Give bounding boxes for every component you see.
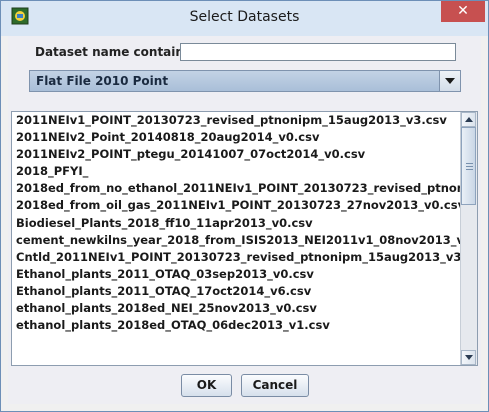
list-item[interactable]: 2011NEIv2_Point_20140818_20aug2014_v0.cs…: [12, 129, 461, 146]
window-title: Select Datasets: [189, 9, 300, 25]
grip-line: [466, 163, 473, 164]
list-item[interactable]: ethanol_plants_2018ed_OTAQ_06dec2013_v1.…: [12, 317, 461, 334]
list-item[interactable]: 2018ed_from_no_ethanol_2011NEIv1_POINT_2…: [12, 180, 461, 197]
filter-label: Dataset name contains:: [35, 45, 196, 59]
vertical-scrollbar[interactable]: [460, 112, 477, 365]
dialog-content: Dataset name contains: Flat File 2010 Po…: [8, 36, 481, 404]
grip-line: [466, 166, 473, 167]
list-item[interactable]: cement_newkilns_year_2018_from_ISIS2013_…: [12, 232, 461, 249]
list-item[interactable]: 2018_PFYI_: [12, 163, 461, 180]
list-item[interactable]: 2018ed_from_oil_gas_2011NEIv1_POINT_2013…: [12, 197, 461, 214]
dropdown-arrow-button[interactable]: [439, 71, 460, 91]
list-item[interactable]: Cntld_2011NEIv1_POINT_20130723_revised_p…: [12, 249, 461, 266]
close-button[interactable]: ✕: [441, 1, 485, 22]
list-item[interactable]: 2011NEIv1_POINT_20130723_revised_ptnonip…: [12, 112, 461, 129]
list-item[interactable]: ethanol_plants_2018ed_NEI_25nov2013_v0.c…: [12, 300, 461, 317]
dataset-type-select[interactable]: Flat File 2010 Point: [29, 70, 461, 92]
list-item[interactable]: Ethanol_plants_2011_OTAQ_17oct2014_v6.cs…: [12, 283, 461, 300]
title-bar[interactable]: Select Datasets ✕: [1, 1, 488, 36]
arrow-down-icon: [465, 355, 473, 360]
dataset-name-filter-input[interactable]: [180, 43, 456, 61]
select-datasets-dialog: Select Datasets ✕ Dataset name contains:…: [0, 0, 489, 412]
list-item[interactable]: Biodiesel_Plants_2018_ff10_11apr2013_v0.…: [12, 215, 461, 232]
list-item[interactable]: 2011NEIv2_POINT_ptegu_20141007_07oct2014…: [12, 146, 461, 163]
scroll-up-button[interactable]: [461, 112, 476, 127]
dataset-list[interactable]: 2011NEIv1_POINT_20130723_revised_ptnonip…: [12, 112, 461, 365]
grip-line: [466, 169, 473, 170]
dataset-type-selected: Flat File 2010 Point: [36, 74, 169, 88]
dataset-list-panel: 2011NEIv1_POINT_20130723_revised_ptnonip…: [11, 111, 478, 366]
ok-button[interactable]: OK: [181, 374, 232, 397]
scroll-thumb[interactable]: [461, 127, 476, 205]
chevron-down-icon: [445, 78, 455, 84]
scroll-down-button[interactable]: [461, 350, 476, 365]
list-item[interactable]: Ethanol_plants_2011_OTAQ_03sep2013_v0.cs…: [12, 266, 461, 283]
arrow-up-icon: [465, 117, 473, 122]
cancel-button[interactable]: Cancel: [241, 374, 309, 397]
